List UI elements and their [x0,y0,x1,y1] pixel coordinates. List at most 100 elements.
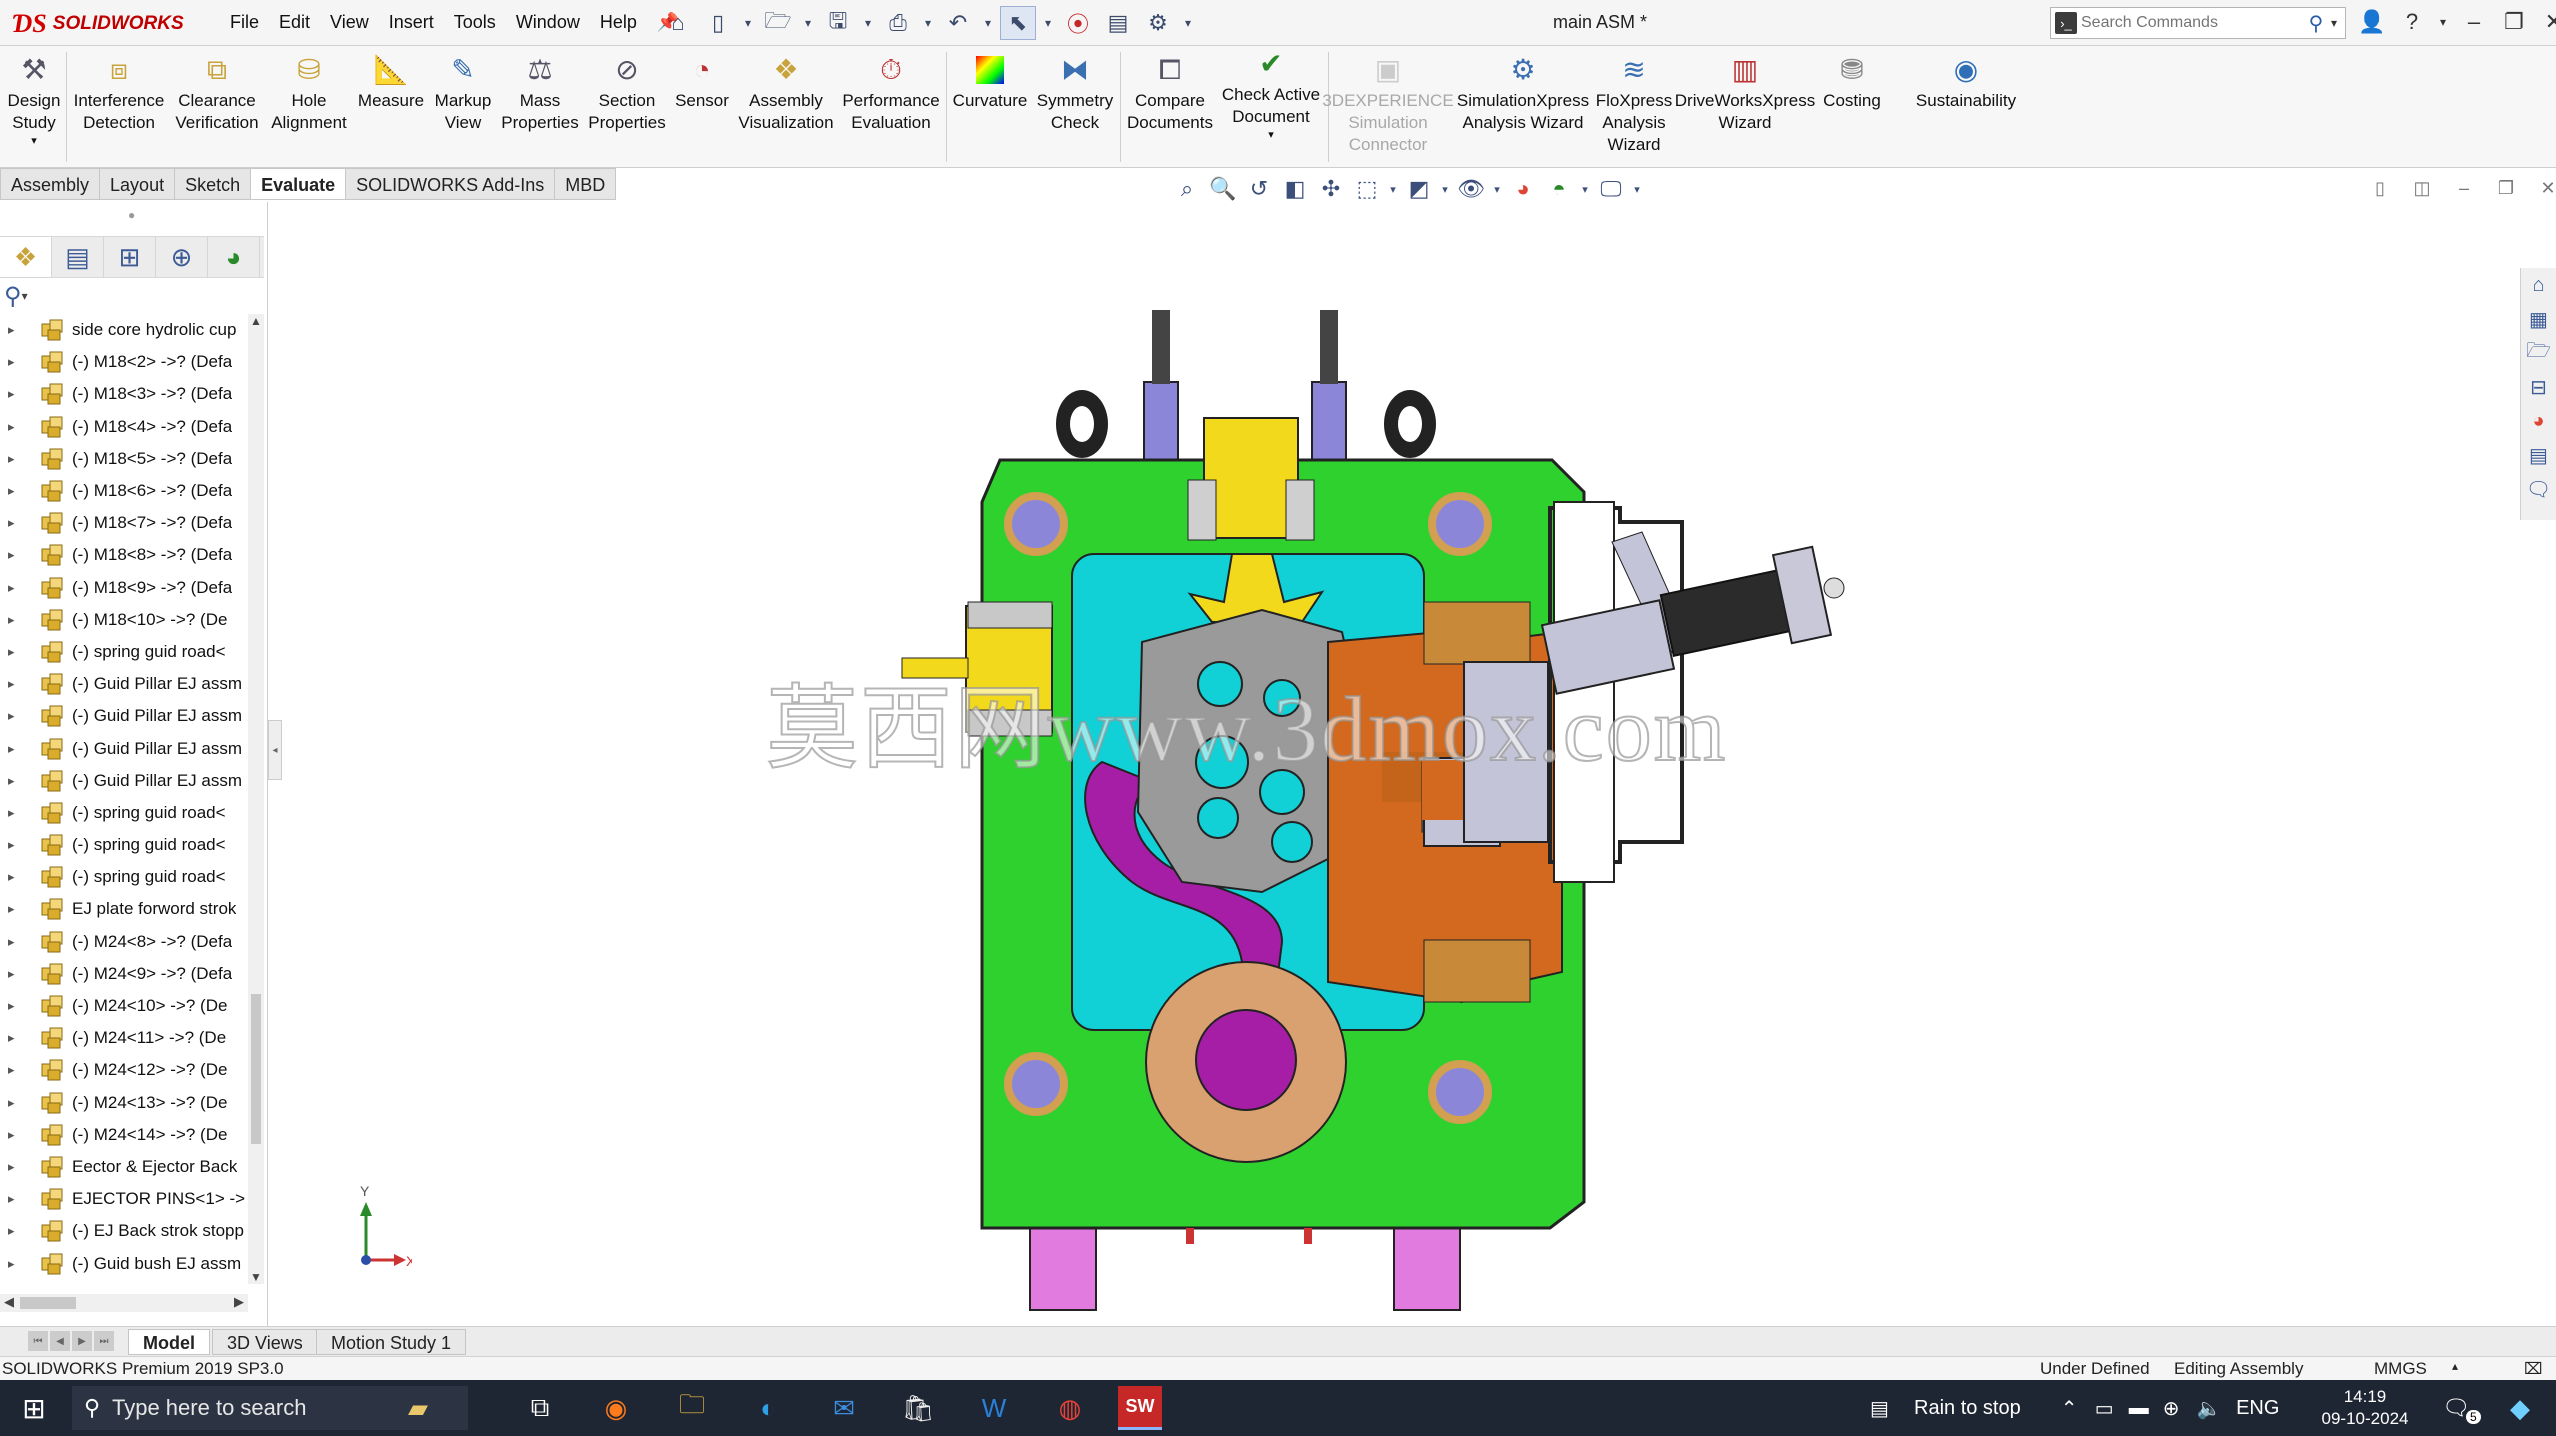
expand-arrow-icon[interactable]: ▸ [8,805,26,821]
windows-start-icon[interactable]: ⊞ [14,1390,54,1426]
compare-documents-button[interactable]: ⧠ Compare Documents [1122,52,1218,134]
tree-item[interactable]: ▸ (-) M18<8> ->? (Defa [0,539,252,571]
chevron-down-icon[interactable]: ▾ [1180,6,1196,40]
expand-arrow-icon[interactable]: ▸ [8,386,26,402]
expand-arrow-icon[interactable]: ▸ [8,483,26,499]
apply-scene-icon[interactable]: ◓ [1542,174,1576,204]
tab-assembly[interactable]: Assembly [0,168,100,200]
section-view-icon[interactable]: ◧ [1278,174,1312,204]
next-tab-icon[interactable]: ▶ [72,1331,92,1351]
curvature-button[interactable]: Curvature [950,52,1030,112]
tree-filter[interactable]: ⚲ ▾ [4,278,28,314]
sustainability-button[interactable]: ◉ Sustainability [1906,52,2026,112]
expand-arrow-icon[interactable]: ▸ [8,322,26,338]
tree-item[interactable]: ▸ (-) M18<9> ->? (Defa [0,572,252,604]
sensor-button[interactable]: ◔ Sensor [670,52,734,112]
assembly-visualization-button[interactable]: ❖ Assembly Visualization [734,52,838,134]
tree-item[interactable]: ▸ (-) Guid Pillar EJ assm [0,732,252,764]
expand-arrow-icon[interactable]: ▸ [8,515,26,531]
network-icon[interactable]: ⊕ [2163,1396,2197,1421]
save-icon[interactable]: 🖫 [820,6,856,40]
forum-icon[interactable]: 🗨 [2523,472,2555,506]
tab-mbd[interactable]: MBD [554,168,617,200]
tree-item[interactable]: ▸ (-) spring guid road< [0,797,252,829]
tree-item[interactable]: ▸ (-) M24<8> ->? (Defa [0,926,252,958]
solidworks-resources-icon[interactable]: ⌂ [2523,268,2555,302]
dimxpert-manager-tab-icon[interactable]: ⊕ [156,237,208,277]
display-style-icon[interactable]: ◩ [1402,174,1436,204]
scroll-up-icon[interactable]: ▲ [248,314,264,328]
expand-arrow-icon[interactable]: ▸ [8,547,26,563]
tree-item[interactable]: ▸ Eector & Ejector Back [0,1151,252,1183]
print-icon[interactable]: ⎙ [880,6,916,40]
tree-item[interactable]: ▸ (-) spring guid road< [0,829,252,861]
scroll-thumb[interactable] [251,994,261,1144]
hole-alignment-button[interactable]: ⛁ Hole Alignment [264,52,354,134]
design-library-icon[interactable]: ▦ [2523,302,2555,336]
weather-icon[interactable]: ▤ [1870,1396,1914,1421]
expand-arrow-icon[interactable]: ▸ [8,1191,26,1207]
scroll-left-icon[interactable]: ◀ [4,1294,14,1310]
simulationxpress-button[interactable]: ⚙ SimulationXpress Analysis Wizard [1448,52,1598,134]
taskbar-clock[interactable]: 14:19 09-10-2024 [2310,1386,2420,1430]
scroll-right-icon[interactable]: ▶ [234,1294,244,1310]
wps-icon[interactable]: W [968,1386,1020,1430]
home-icon[interactable]: ⌂ [660,6,696,40]
section-properties-button[interactable]: ⊘ Section Properties [582,52,672,134]
chevron-down-icon[interactable]: ▾ [980,6,996,40]
tree-item[interactable]: ▸ (-) M24<13> ->? (De [0,1087,252,1119]
expand-arrow-icon[interactable]: ▸ [8,934,26,950]
mass-properties-button[interactable]: ⚖ Mass Properties [498,52,582,134]
previous-tab-icon[interactable]: ◀ [50,1331,70,1351]
symmetry-check-button[interactable]: ⧓ Symmetry Check [1030,52,1120,134]
tab-model[interactable]: Model [128,1329,210,1355]
tree-item[interactable]: ▸ (-) Guid Pillar EJ assm [0,700,252,732]
tree-item[interactable]: ▸ (-) spring guid road< [0,861,252,893]
menu-help[interactable]: Help [590,10,647,35]
tree-item[interactable]: ▸ (-) M24<10> ->? (De [0,990,252,1022]
search-input[interactable] [2081,14,2301,32]
expand-arrow-icon[interactable]: ▸ [8,354,26,370]
chevron-down-icon[interactable]: ▾ [2436,6,2450,38]
volume-icon[interactable]: 🔈 [2197,1396,2231,1421]
unit-system[interactable]: MMGS [2374,1359,2427,1379]
tree-item[interactable]: ▸(-) Guid bush EJ assm [0,1280,252,1284]
copilot-icon[interactable]: ◆ [2494,1386,2546,1430]
undo-icon[interactable]: ↶ [940,6,976,40]
store-icon[interactable]: 🛍 [892,1386,944,1430]
expand-arrow-icon[interactable]: ▸ [8,676,26,692]
widgets-icon[interactable]: ▰ [392,1386,444,1430]
viewport-minimize-icon[interactable]: – [2450,174,2478,202]
chevron-down-icon[interactable]: ▾ [1438,174,1452,204]
expand-arrow-icon[interactable]: ▸ [8,419,26,435]
zoom-to-area-icon[interactable]: 🔍 [1206,174,1240,204]
restore-icon[interactable]: ❐ [2498,6,2530,38]
interference-detection-button[interactable]: ⧈ Interference Detection [70,52,168,134]
tree-item[interactable]: ▸ (-) spring guid road< [0,636,252,668]
menu-edit[interactable]: Edit [269,10,320,35]
expand-arrow-icon[interactable]: ▸ [8,1095,26,1111]
open-folder-icon[interactable]: 🗁 [760,6,796,40]
status-help-icon[interactable]: ⌧ [2524,1359,2542,1379]
chevron-down-icon[interactable]: ▾ [31,134,37,148]
search-icon[interactable]: ⚲ [2301,11,2331,36]
expand-arrow-icon[interactable]: ▸ [8,612,26,628]
chevron-down-icon[interactable]: ▾ [1040,6,1056,40]
expand-arrow-icon[interactable]: ▸ [8,901,26,917]
costing-button[interactable]: ⛃ Costing [1816,52,1888,112]
tree-item[interactable]: ▸ (-) M18<6> ->? (Defa [0,475,252,507]
expand-arrow-icon[interactable]: ▸ [8,998,26,1014]
menu-file[interactable]: File [220,10,269,35]
chevron-down-icon[interactable]: ▾ [800,6,816,40]
tab-motion-study-1[interactable]: Motion Study 1 [316,1329,467,1355]
tree-horizontal-scrollbar[interactable]: ◀ ▶ [0,1294,248,1312]
expand-arrow-icon[interactable]: ▸ [8,1030,26,1046]
tree-item[interactable]: ▸ (-) M18<2> ->? (Defa [0,346,252,378]
expand-arrow-icon[interactable]: ▸ [8,741,26,757]
file-explorer-icon[interactable]: 🗁 [2523,336,2555,370]
design-study-button[interactable]: ⚒ Design Study ▾ [8,52,61,148]
new-document-icon[interactable]: ▯ [700,6,736,40]
tree-item[interactable]: ▸ (-) M18<3> ->? (Defa [0,378,252,410]
tree-vertical-scrollbar[interactable]: ▲ ▼ [248,314,264,1284]
viewport-close-icon[interactable]: ✕ [2534,174,2556,202]
